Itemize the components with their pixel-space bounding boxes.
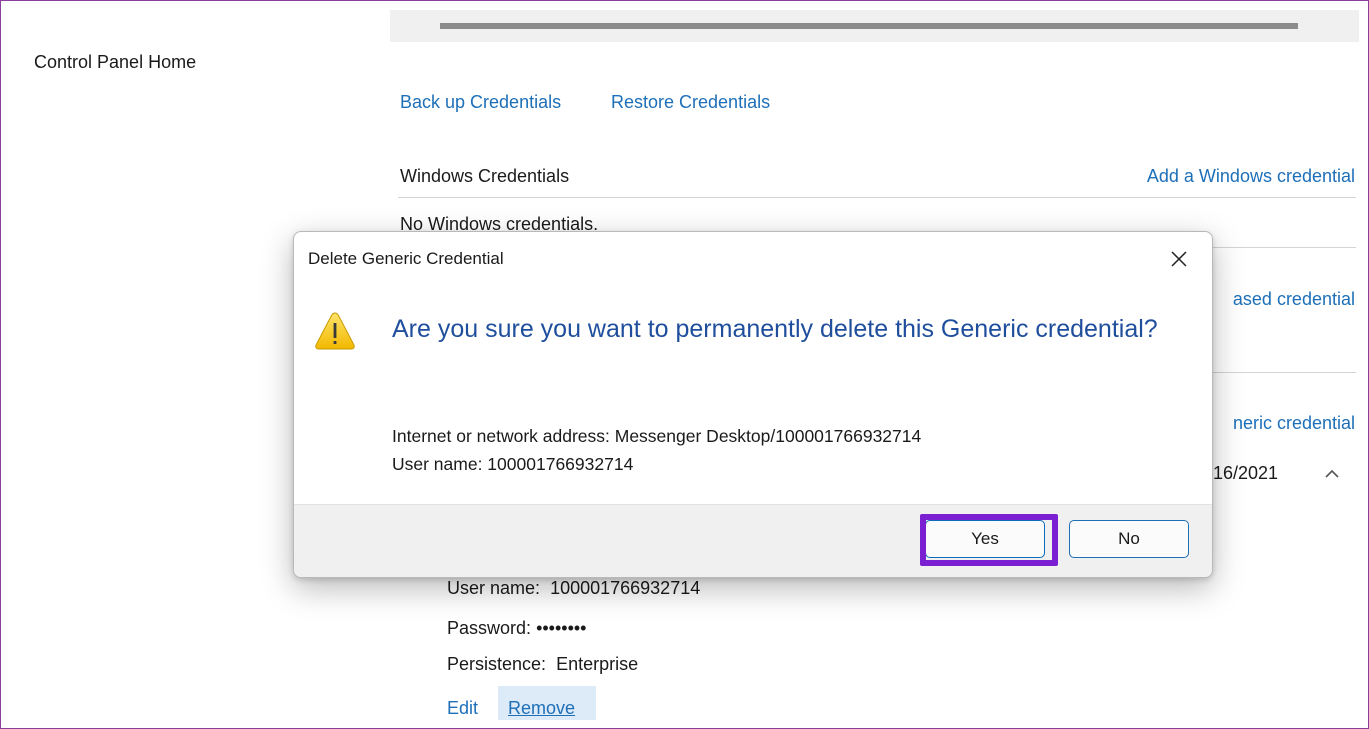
add-windows-credential-link[interactable]: Add a Windows credential	[1147, 166, 1355, 187]
edit-credential-link[interactable]: Edit	[447, 698, 478, 719]
add-generic-credential-link[interactable]: neric credential	[1233, 413, 1355, 434]
dialog-body: Are you sure you want to permanently del…	[294, 289, 1212, 504]
control-panel-home-link[interactable]: Control Panel Home	[34, 52, 196, 73]
restore-credentials-link[interactable]: Restore Credentials	[611, 92, 770, 113]
yes-button[interactable]: Yes	[925, 520, 1045, 558]
warning-icon	[314, 311, 356, 351]
entry-password: Password: ••••••••	[447, 618, 587, 638]
dialog-title: Delete Generic Credential	[308, 249, 504, 268]
windows-credentials-heading: Windows Credentials	[400, 166, 570, 186]
username-line: User name: 100001766932714	[392, 454, 634, 474]
chevron-up-icon[interactable]	[1322, 466, 1342, 482]
remove-credential-link[interactable]: Remove	[508, 698, 575, 719]
section-divider	[398, 197, 1356, 198]
credential-modified-date: /16/2021	[1208, 463, 1279, 483]
no-button[interactable]: No	[1069, 520, 1189, 558]
entry-persistence: Persistence: Enterprise	[447, 654, 639, 674]
backup-credentials-link[interactable]: Back up Credentials	[400, 92, 561, 113]
horizontal-scrollbar[interactable]	[440, 23, 1298, 29]
dialog-footer: Yes No	[294, 504, 1212, 577]
delete-credential-dialog: Delete Generic Credential Are you sure y…	[293, 231, 1213, 578]
add-certificate-credential-link[interactable]: ased credential	[1233, 289, 1355, 310]
entry-username: User name: 100001766932714	[447, 578, 701, 598]
dialog-details: Internet or network address: Messenger D…	[392, 422, 921, 478]
dialog-question: Are you sure you want to permanently del…	[392, 315, 1158, 343]
close-icon[interactable]	[1164, 242, 1194, 276]
network-address-line: Internet or network address: Messenger D…	[392, 426, 922, 446]
top-scroll-strip	[390, 10, 1359, 42]
